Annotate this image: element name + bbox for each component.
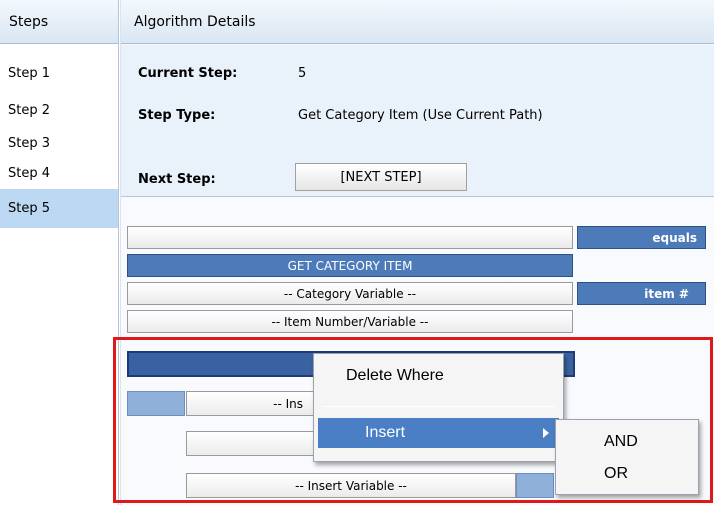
get-category-item-bar[interactable]: GET CATEGORY ITEM [127,254,573,277]
submenu-arrow-icon [543,428,549,438]
steps-panel: Steps Step 1 Step 2 Step 3 Step 4 Step 5 [0,0,119,505]
step-label: Step 1 [8,66,51,81]
condition-bar[interactable] [127,226,573,249]
step-label: Step 3 [8,136,51,151]
step-item-4[interactable]: Step 4 [0,158,118,189]
submenu-item-and[interactable]: AND [560,428,694,456]
insert-partial-label: -- Ins [273,396,303,411]
menu-item-delete-where[interactable]: Delete Where [318,361,559,391]
menu-item-insert[interactable]: Insert [318,418,559,448]
next-step-button-label: [NEXT STEP] [340,169,422,185]
delete-where-label: Delete Where [346,367,444,384]
menu-separator [322,406,555,407]
current-step-value: 5 [298,66,307,81]
step-label: Step 4 [8,166,51,181]
insert-variable-partial-bar[interactable]: -- Ins [186,391,316,416]
next-step-button[interactable]: [NEXT STEP] [295,163,467,191]
insert-variable-selector[interactable] [516,473,554,498]
details-title: Algorithm Details [134,13,256,30]
item-number-operator[interactable]: item # [577,282,706,305]
insert-label: Insert [365,424,406,441]
equals-operator[interactable]: equals [577,226,706,249]
step-item-5[interactable]: Step 5 [0,189,118,228]
submenu-item-or[interactable]: OR [560,460,694,488]
step-item-3[interactable]: Step 3 [0,129,118,158]
or-label: OR [604,465,628,482]
category-variable-bar[interactable]: -- Category Variable -- [127,282,573,305]
insert-variable-bar[interactable]: -- Insert Variable -- [186,473,516,498]
item-number-variable-bar[interactable]: -- Item Number/Variable -- [127,310,573,333]
step-type-label: Step Type: [138,108,216,123]
insert-selector[interactable] [127,391,185,416]
step-item-2[interactable]: Step 2 [0,91,118,129]
and-label: AND [604,433,638,450]
category-variable-label: -- Category Variable -- [283,286,417,301]
get-category-item-label: GET CATEGORY ITEM [287,258,413,273]
step-type-value: Get Category Item (Use Current Path) [298,108,543,123]
equals-label: equals [652,230,697,245]
insert-submenu: AND OR [555,419,699,495]
step-label: Step 2 [8,102,51,118]
steps-header: Steps [0,0,118,44]
step-item-1[interactable]: Step 1 [0,56,118,91]
steps-title: Steps [9,13,49,30]
details-header: Algorithm Details [121,0,714,44]
step-label: Step 5 [8,201,51,216]
insert-variable-label: -- Insert Variable -- [295,478,407,493]
item-number-label: item # [644,286,689,301]
insert-blank-bar[interactable] [186,431,316,456]
next-step-label: Next Step: [138,172,216,187]
item-number-variable-label: -- Item Number/Variable -- [271,314,429,329]
context-menu: Delete Where Insert [313,353,564,462]
current-step-label: Current Step: [138,66,238,81]
